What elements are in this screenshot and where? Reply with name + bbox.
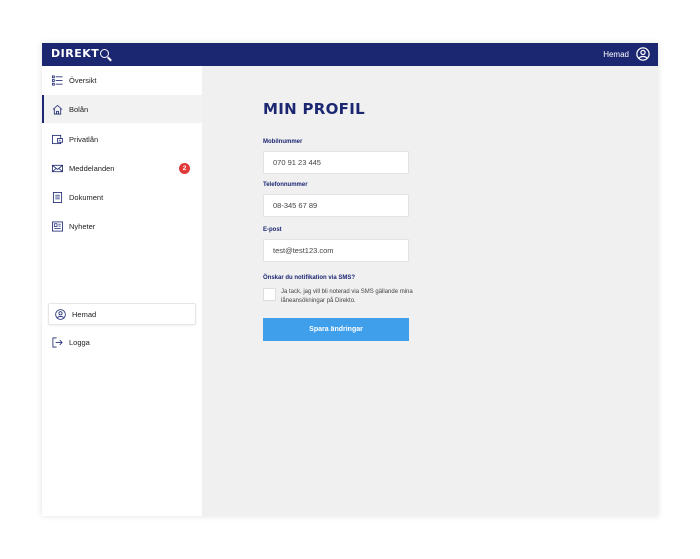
sidebar-item-label: Dokument <box>69 192 104 202</box>
sms-consent-text: Ja tack, jag vill bli noterad via SMS gä… <box>281 289 413 304</box>
sms-consent-checkbox[interactable] <box>263 288 276 301</box>
sidebar-item-oversikt[interactable]: Översikt <box>42 66 202 94</box>
newspaper-icon <box>52 221 63 231</box>
app-window: DIREKT Hemad Översikt Bolån Privatlån Me… <box>42 43 658 516</box>
user-avatar-icon <box>636 47 650 61</box>
email-input[interactable] <box>263 239 409 262</box>
sidebar-item-label: Översikt <box>69 75 97 85</box>
sidebar: Översikt Bolån Privatlån Meddelanden 2 D… <box>42 66 202 516</box>
unread-count-badge: 2 <box>179 163 190 174</box>
sidebar-item-privatlan[interactable]: Privatlån <box>42 125 202 153</box>
logo-search-o-icon <box>100 49 110 58</box>
sms-question: Önskar du notifikation via SMS? <box>263 275 356 281</box>
phone-label: Telefonnummer <box>263 182 308 188</box>
card-icon <box>52 134 63 144</box>
home-icon <box>52 104 63 114</box>
sidebar-item-label: Meddelanden <box>69 163 115 173</box>
sidebar-item-label: Bolån <box>69 104 89 114</box>
sidebar-item-dokument[interactable]: Dokument <box>42 183 202 211</box>
sidebar-item-bolan[interactable]: Bolån <box>42 95 202 123</box>
page-title: MIN PROFIL <box>263 100 365 118</box>
sidebar-item-label: Privatlån <box>69 134 99 144</box>
user-icon <box>55 308 66 320</box>
logout-icon <box>52 337 63 347</box>
list-icon <box>52 75 63 85</box>
envelope-icon <box>52 164 63 172</box>
user-menu[interactable]: Hemad <box>603 47 650 61</box>
save-button[interactable]: Spara ändringar <box>263 318 409 341</box>
mobile-input[interactable] <box>263 151 409 174</box>
document-icon <box>52 191 63 203</box>
email-label: E-post <box>263 227 282 233</box>
mobile-label: Mobilnummer <box>263 139 303 145</box>
sidebar-item-meddelanden[interactable]: Meddelanden 2 <box>42 154 202 182</box>
top-bar: DIREKT Hemad <box>42 43 658 66</box>
logout-label: Logga <box>69 337 90 347</box>
logo-text: DIREKT <box>51 47 100 60</box>
sidebar-item-nyheter[interactable]: Nyheter <box>42 212 202 240</box>
sidebar-user-label: Hemad <box>72 309 97 319</box>
direkto-logo[interactable]: DIREKT <box>51 47 110 60</box>
phone-input[interactable] <box>263 194 409 217</box>
sidebar-user-card[interactable]: Hemad <box>48 303 196 325</box>
sidebar-item-label: Nyheter <box>69 221 96 231</box>
user-name: Hemad <box>603 49 629 59</box>
logout-button[interactable]: Logga <box>42 328 202 356</box>
